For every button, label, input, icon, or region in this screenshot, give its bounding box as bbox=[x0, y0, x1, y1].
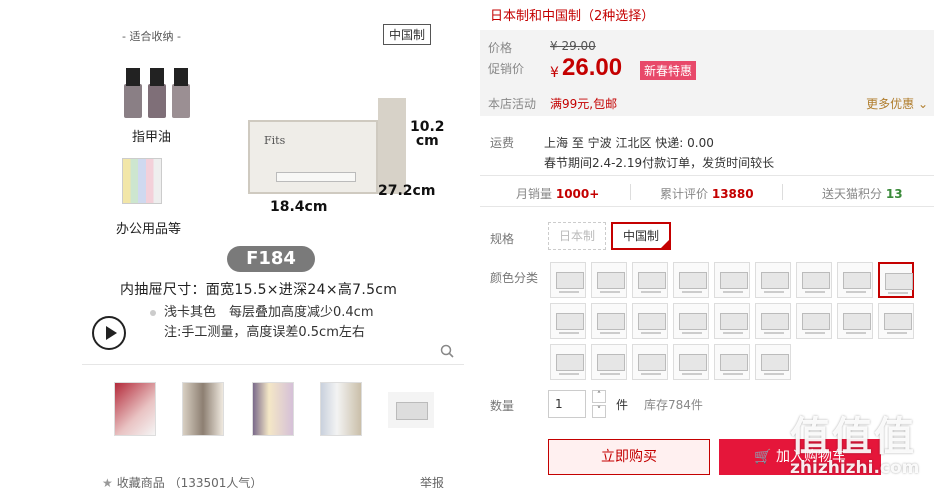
shop-activity-label: 本店活动 bbox=[488, 97, 537, 111]
dimension-height: 10.2 cm bbox=[410, 119, 445, 149]
color-swatch[interactable] bbox=[632, 303, 668, 339]
play-video-button[interactable] bbox=[92, 316, 126, 350]
office-supplies-image bbox=[122, 158, 172, 210]
dimension-depth: 27.2cm bbox=[378, 183, 436, 199]
main-product-image[interactable]: - 适合收纳 - 中国制 指甲油 办公用品等 Fits 10.2 cm 27.2… bbox=[82, 0, 464, 365]
color-swatch[interactable] bbox=[632, 262, 668, 298]
price-label: 价格 bbox=[488, 41, 513, 55]
shipping-notice: 春节期间2.4-2.19付款订单，发货时间较长 bbox=[544, 156, 775, 170]
nail-polish-label: 指甲油 bbox=[132, 130, 172, 145]
dimension-width: 18.4cm bbox=[270, 199, 328, 215]
thumbnail-4[interactable] bbox=[320, 382, 362, 436]
thumbnail-3[interactable] bbox=[252, 382, 294, 436]
color-swatch[interactable] bbox=[878, 303, 914, 339]
sales-stats: 月销量 1000+ 累计评价 13880 送天猫积分 13 bbox=[480, 175, 934, 207]
cart-icon: 🛒 bbox=[754, 449, 776, 465]
color-swatch[interactable] bbox=[673, 303, 709, 339]
tmall-points: 送天猫积分 13 bbox=[822, 187, 903, 201]
promo-tag: 新春特惠 bbox=[640, 61, 697, 80]
office-supplies-label: 办公用品等 bbox=[116, 222, 182, 237]
color-swatch[interactable] bbox=[632, 344, 668, 380]
product-gallery: - 适合收纳 - 中国制 指甲油 办公用品等 Fits 10.2 cm 27.2… bbox=[82, 0, 464, 488]
measure-note: 注:手工测量，高度误差0.5cm左右 bbox=[164, 325, 365, 340]
report-link[interactable]: 举报 bbox=[420, 474, 444, 488]
suitable-label: - 适合收纳 - bbox=[122, 30, 181, 43]
brand-logo: Fits bbox=[264, 134, 286, 147]
quantity-unit: 件 bbox=[616, 398, 629, 412]
review-count[interactable]: 累计评价 13880 bbox=[660, 185, 754, 202]
promo-label: 促销价 bbox=[488, 62, 525, 76]
color-swatch[interactable] bbox=[714, 344, 750, 380]
original-price: ¥ 29.00 bbox=[550, 39, 596, 53]
currency-symbol: ¥ bbox=[550, 65, 559, 81]
thumbnail-1[interactable] bbox=[114, 382, 156, 436]
stock-count: 库存784件 bbox=[644, 398, 703, 412]
color-label: 颜色分类 bbox=[490, 271, 539, 285]
color-swatch[interactable] bbox=[714, 262, 750, 298]
shipping-destination[interactable]: 上海 至 宁波 江北区 快递: 0.00 bbox=[544, 134, 714, 151]
color-swatch[interactable] bbox=[755, 303, 791, 339]
more-offers-link[interactable]: 更多优惠 ⌄ bbox=[866, 95, 928, 112]
color-swatch[interactable] bbox=[837, 262, 873, 298]
thumbnail-2[interactable] bbox=[182, 382, 224, 436]
color-swatch[interactable] bbox=[878, 262, 914, 298]
quantity-increase-button[interactable]: ˄ bbox=[592, 390, 606, 403]
color-swatch[interactable] bbox=[796, 303, 832, 339]
chevron-down-icon: ⌄ bbox=[914, 97, 928, 111]
shipping-label: 运费 bbox=[490, 136, 515, 150]
color-note: 浅卡其色 每层叠加高度减少0.4cm bbox=[150, 301, 374, 320]
color-swatch[interactable] bbox=[673, 344, 709, 380]
color-swatch[interactable] bbox=[591, 344, 627, 380]
favorite-link[interactable]: ★ 收藏商品 （133501人气） bbox=[102, 474, 262, 488]
promo-price: 26.00 bbox=[562, 54, 623, 81]
shop-activity-value: 满99元,包邮 bbox=[550, 97, 618, 111]
color-swatch[interactable] bbox=[550, 262, 586, 298]
spec-label: 规格 bbox=[490, 232, 515, 246]
color-swatch[interactable] bbox=[550, 344, 586, 380]
thumbnail-5[interactable] bbox=[388, 392, 434, 428]
color-swatch[interactable] bbox=[591, 262, 627, 298]
nail-polish-image bbox=[122, 68, 192, 118]
thumbnail-strip bbox=[82, 378, 464, 442]
color-swatch[interactable] bbox=[550, 303, 586, 339]
color-swatch[interactable] bbox=[591, 303, 627, 339]
color-swatch[interactable] bbox=[714, 303, 750, 339]
price-box: 价格 ¥ 29.00 促销价 ¥ 26.00 新春特惠 本店活动 满99元,包邮… bbox=[480, 30, 934, 116]
color-swatch[interactable] bbox=[796, 262, 832, 298]
star-icon: ★ bbox=[102, 476, 113, 488]
color-swatch[interactable] bbox=[755, 344, 791, 380]
model-badge: F184 bbox=[227, 246, 315, 272]
product-subtitle: 日本制和中国制（2种选择） bbox=[490, 9, 655, 24]
quantity-input[interactable]: 1 bbox=[548, 390, 586, 418]
spec-option-china[interactable]: 中国制 bbox=[611, 222, 672, 250]
color-swatch[interactable] bbox=[673, 262, 709, 298]
color-swatch[interactable] bbox=[755, 262, 791, 298]
quantity-label: 数量 bbox=[490, 399, 515, 413]
inner-size-text: 内抽屉尺寸：面宽15.5×进深24×高7.5cm bbox=[120, 282, 398, 298]
origin-badge: 中国制 bbox=[383, 24, 432, 45]
color-swatch[interactable] bbox=[837, 303, 873, 339]
site-watermark: 值值值 zhizhizhi.com bbox=[790, 414, 920, 478]
buy-now-button[interactable]: 立即购买 bbox=[548, 439, 710, 475]
zoom-icon[interactable] bbox=[440, 344, 454, 358]
spec-option-japan[interactable]: 日本制 bbox=[548, 222, 607, 250]
quantity-decrease-button[interactable]: ˅ bbox=[592, 405, 606, 418]
monthly-sales: 月销量 1000+ bbox=[516, 187, 600, 201]
